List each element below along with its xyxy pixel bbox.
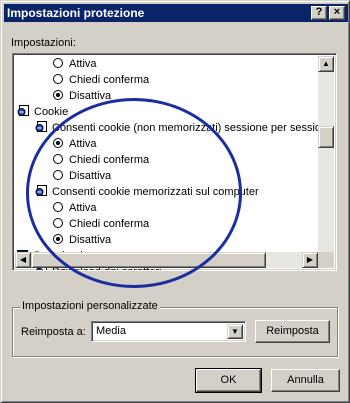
custom-settings-title: Impostazioni personalizzate [20, 300, 160, 312]
settings-page-icon [17, 105, 30, 117]
reset-level-value: Media [96, 325, 126, 337]
setting-label: Disattiva [69, 90, 112, 102]
security-settings-dialog: Impostazioni protezione ? × Impostazioni… [0, 0, 350, 403]
radio-option[interactable]: Disattiva [53, 88, 111, 104]
radio-option[interactable]: Chiedi conferma [53, 152, 149, 168]
settings-subcategory: Consenti cookie (non memorizzati) sessio… [35, 120, 333, 136]
title-bar: Impostazioni protezione ? × [4, 4, 348, 22]
arrow-up-icon: ▲ [322, 59, 330, 68]
setting-label: Consenti cookie (non memorizzati) sessio… [52, 122, 334, 134]
horizontal-scrollbar[interactable]: ◀ ▶ [15, 252, 318, 268]
vertical-scroll-thumb[interactable] [318, 126, 334, 148]
setting-label: Attiva [69, 138, 97, 150]
radio-unchecked-icon[interactable] [53, 202, 63, 212]
radio-option[interactable]: Attiva [53, 56, 97, 72]
setting-label: Chiedi conferma [69, 74, 150, 86]
settings-category: Cookie [17, 104, 68, 120]
setting-label: Consenti cookie memorizzati sul computer [52, 186, 259, 198]
horizontal-scroll-thumb[interactable] [31, 252, 266, 268]
settings-page-icon [35, 185, 48, 197]
reset-button[interactable]: Reimposta [255, 320, 330, 343]
scroll-up-button[interactable]: ▲ [318, 56, 334, 72]
radio-option[interactable]: Chiedi conferma [53, 216, 149, 232]
scroll-left-button[interactable]: ◀ [15, 252, 31, 268]
radio-option[interactable]: Chiedi conferma [53, 72, 149, 88]
setting-label: Chiedi conferma [69, 154, 150, 166]
radio-unchecked-icon[interactable] [53, 74, 63, 84]
settings-page-icon [35, 121, 48, 133]
setting-label: Disattiva [69, 234, 112, 246]
setting-label: Attiva [69, 202, 97, 214]
scrollbar-corner [318, 252, 334, 268]
reset-level-select[interactable]: Media ▼ [91, 321, 246, 342]
question-mark-icon: ? [315, 6, 323, 18]
setting-label: Chiedi conferma [69, 218, 150, 230]
dropdown-button[interactable]: ▼ [227, 324, 243, 339]
close-icon: × [333, 6, 341, 18]
setting-label: Disattiva [69, 170, 112, 182]
setting-label: Cookie [34, 106, 69, 118]
reset-to-label: Reimposta a: [21, 326, 86, 338]
close-button[interactable]: × [329, 6, 345, 20]
ok-button[interactable]: OK [195, 368, 262, 393]
radio-unchecked-icon[interactable] [53, 218, 63, 228]
arrow-left-icon: ◀ [19, 255, 27, 264]
chevron-down-icon: ▼ [231, 327, 239, 336]
radio-checked-icon[interactable] [53, 234, 63, 244]
radio-option[interactable]: Disattiva [53, 168, 111, 184]
radio-unchecked-icon[interactable] [53, 154, 63, 164]
help-button[interactable]: ? [311, 6, 327, 20]
radio-checked-icon[interactable] [53, 90, 63, 100]
settings-subcategory: Consenti cookie memorizzati sul computer [35, 184, 259, 200]
radio-unchecked-icon[interactable] [53, 170, 63, 180]
radio-checked-icon[interactable] [53, 138, 63, 148]
radio-unchecked-icon[interactable] [53, 58, 63, 68]
dialog-title: Impostazioni protezione [7, 6, 145, 20]
scroll-right-button[interactable]: ▶ [302, 252, 318, 268]
arrow-right-icon: ▶ [306, 255, 314, 264]
vertical-scrollbar[interactable]: ▲ ▼ [318, 56, 334, 268]
radio-option[interactable]: Attiva [53, 200, 97, 216]
cancel-button[interactable]: Annulla [271, 369, 340, 392]
radio-option[interactable]: Disattiva [53, 232, 111, 248]
setting-label: Attiva [69, 58, 97, 70]
settings-tree[interactable]: Attiva Chiedi conferma Disattiva Cookie Cons… [12, 53, 337, 271]
settings-label: Impostazioni: [11, 37, 76, 49]
radio-option[interactable]: Attiva [53, 136, 97, 152]
